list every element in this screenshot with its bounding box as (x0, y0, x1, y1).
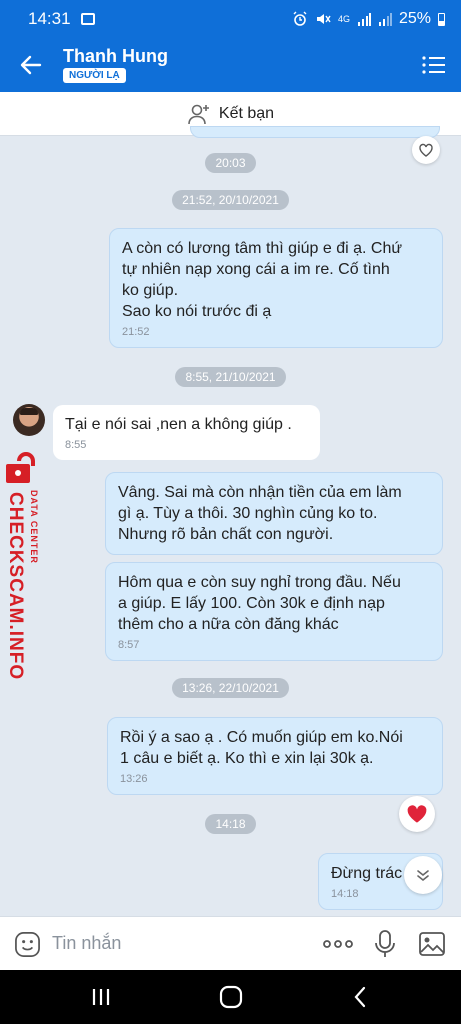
message-line: gì ạ. Tùy a thôi. 30 nghìn củng ko to. (118, 505, 378, 522)
gallery-notification-icon (80, 13, 95, 25)
message-composer: Tin nhắn (0, 916, 461, 970)
message-line: ko giúp. (122, 282, 179, 299)
chat-area[interactable]: 20:03 21:52, 20/10/2021 A còn có lương t… (0, 126, 461, 916)
message-line: A còn có lương tâm thì giúp e đi ạ. Chứ (122, 240, 403, 257)
signal-icon-2 (378, 13, 392, 26)
chat-header: Thanh Hung NGƯỜI LẠ (0, 38, 461, 92)
message-input[interactable]: Tin nhắn (52, 933, 121, 954)
message-time: 8:55 (65, 439, 87, 451)
message-line: Đừng trác (331, 865, 403, 882)
battery-percent: 25% (398, 10, 431, 27)
image-icon[interactable] (418, 931, 446, 957)
watermark-brand: CHECKSCAM.INFO (5, 492, 26, 681)
lock-icon (6, 452, 35, 483)
message-line: Tại e nói sai ,nen a không giúp . (65, 416, 292, 433)
message-line: 1 câu e biết ạ. Ko thì e xin lại 30k ạ. (120, 750, 374, 767)
more-dots-icon[interactable] (322, 935, 354, 953)
nav-back-icon[interactable] (348, 984, 374, 1010)
network-type: 4G (337, 14, 350, 24)
watermark: CHECKSCAM.INFO DATA CENTER (0, 452, 50, 680)
add-friend-label: Kết bạn (218, 104, 275, 122)
recent-apps-icon[interactable] (88, 984, 114, 1010)
avatar[interactable] (13, 404, 45, 436)
stranger-badge: NGƯỜI LẠ (63, 68, 126, 83)
battery-icon (438, 12, 445, 26)
message-bubble-incoming[interactable]: Tại e nói sai ,nen a không giúp . 8:55 (53, 405, 320, 460)
back-arrow-icon[interactable] (16, 50, 46, 80)
message-line: a giúp. E lấy 100. Còn 30k e định nạp (118, 595, 385, 612)
emoji-icon[interactable] (14, 931, 41, 958)
system-nav-bar (0, 970, 461, 1024)
signal-icon (357, 13, 371, 26)
add-person-icon (188, 104, 209, 124)
time-separator: 14:18 (0, 814, 461, 834)
message-line: Rồi ý a sao ạ . Có muốn giúp em ko.Nói (120, 729, 403, 746)
message-bubble-outgoing[interactable]: A còn có lương tâm thì giúp e đi ạ. Chứ … (109, 228, 443, 348)
message-time: 8:57 (118, 639, 140, 651)
mic-icon[interactable] (374, 929, 396, 959)
status-bar: 14:31 4G 25% (0, 0, 461, 38)
mute-icon (316, 14, 331, 24)
message-line: Hôm qua e còn suy nghỉ trong đầu. Nếu (118, 574, 401, 591)
message-bubble-outgoing[interactable]: Hôm qua e còn suy nghỉ trong đầu. Nếu a … (105, 562, 443, 661)
message-line: thêm cho a nữa còn đăng khác (118, 616, 339, 633)
message-time: 13:26 (120, 773, 148, 785)
time-separator: 21:52, 20/10/2021 (0, 190, 461, 210)
message-line: Nhưng rõ bản chất con người. (118, 526, 334, 543)
message-time: 21:52 (122, 326, 150, 338)
message-line: tự nhiên nạp xong cái a im re. Cố tình (122, 261, 390, 278)
scroll-to-bottom-button[interactable] (404, 856, 442, 894)
message-line: Sao ko nói trước đi ạ (122, 303, 272, 320)
status-time: 14:31 (28, 9, 71, 28)
home-icon[interactable] (218, 984, 244, 1010)
status-icons: 4G 25% (292, 10, 445, 28)
message-bubble-outgoing[interactable]: Vâng. Sai mà còn nhận tiền của em làm gì… (105, 472, 443, 555)
alarm-icon (293, 11, 307, 26)
message-line: Vâng. Sai mà còn nhận tiền của em làm (118, 484, 402, 501)
message-bubble-partial[interactable] (190, 126, 440, 138)
message-bubble-outgoing[interactable]: Rồi ý a sao ạ . Có muốn giúp em ko.Nói 1… (107, 717, 443, 795)
contact-name[interactable]: Thanh Hung (63, 46, 168, 67)
menu-list-icon[interactable] (421, 52, 447, 78)
time-separator: 20:03 (0, 153, 461, 173)
time-separator: 13:26, 22/10/2021 (0, 678, 461, 698)
time-separator: 8:55, 21/10/2021 (0, 367, 461, 387)
chevron-down-icon (417, 870, 429, 882)
watermark-tagline: DATA CENTER (29, 490, 39, 564)
